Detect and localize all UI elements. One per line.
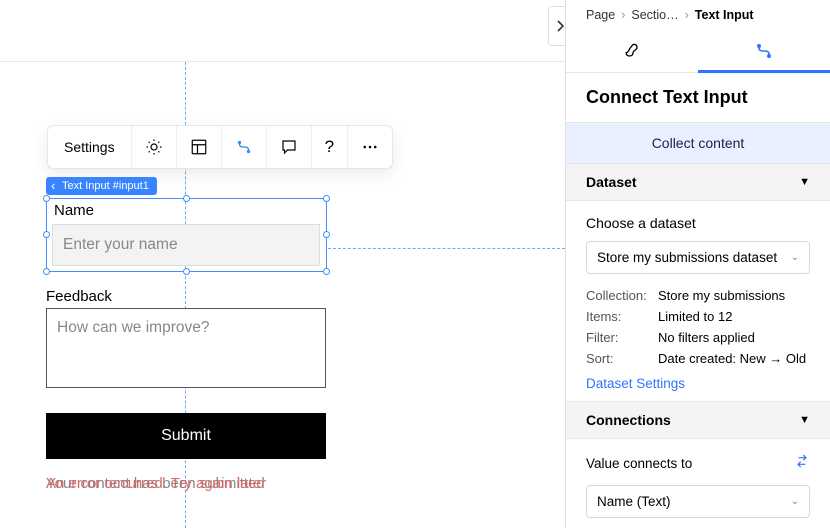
comment-button[interactable] [267,126,312,168]
layout-icon [190,138,208,156]
resize-handle[interactable] [43,195,50,202]
submit-button[interactable]: Submit [46,413,326,459]
chevron-down-icon: ⌄ [791,496,799,507]
dataset-header-label: Dataset [586,174,637,190]
resize-handle[interactable] [323,231,330,238]
connect-icon [754,41,774,61]
error-message: An error occurred. Try again later [46,475,266,492]
chevron-right-icon [557,20,565,32]
crumb-page[interactable]: Page [586,8,615,22]
chevron-right-icon: › [621,8,625,22]
breadcrumb[interactable]: Page › Sectio… › Text Input [566,0,830,31]
meta-key: Items: [586,309,658,324]
meta-value: No filters applied [658,330,810,345]
meta-key: Sort: [586,351,658,366]
swap-button[interactable] [794,453,810,473]
crumb-section[interactable]: Sectio… [631,8,678,22]
tab-design[interactable] [566,31,698,72]
dataset-dropdown-value: Store my submissions dataset [597,250,777,265]
name-label: Name [54,202,94,219]
meta-key: Collection: [586,288,658,303]
editor-canvas: Settings ? Text Input #input1 Name En [0,0,565,528]
chevron-right-icon: › [685,8,689,22]
connection-guide-line [328,248,565,249]
swap-icon [794,453,810,469]
collect-content-button[interactable]: Collect content [566,122,830,164]
gear-button[interactable] [132,126,177,168]
element-badge[interactable]: Text Input #input1 [46,177,157,195]
resize-handle[interactable] [183,268,190,275]
canvas-top-bar [0,0,565,62]
dataset-section-body: Choose a dataset Store my submissions da… [566,201,830,402]
value-field-dropdown[interactable]: Name (Text) ⌄ [586,485,810,518]
resize-handle[interactable] [183,195,190,202]
crumb-current: Text Input [695,8,754,22]
help-button[interactable]: ? [312,126,348,168]
connect-button[interactable] [222,126,267,168]
panel-title: Connect Text Input [566,73,830,122]
meta-value: Store my submissions [658,288,810,303]
connections-section-body: Value connects to Name (Text) ⌄ [566,439,830,528]
resize-handle[interactable] [323,268,330,275]
dataset-meta: Collection: Store my submissions Items: … [586,288,810,366]
dataset-section-header[interactable]: Dataset ▼ [566,164,830,201]
resize-handle[interactable] [323,195,330,202]
brush-icon [622,41,642,61]
chevron-down-icon: ⌄ [791,252,799,263]
connect-icon [235,138,253,156]
question-icon: ? [325,137,334,157]
value-field-value: Name (Text) [597,494,671,509]
status-messages: Your content has been submitted An error… [46,475,326,495]
dataset-settings-link[interactable]: Dataset Settings [586,376,685,391]
meta-value: Date created: New → Old [658,351,810,366]
dataset-dropdown[interactable]: Store my submissions dataset ⌄ [586,241,810,274]
more-button[interactable] [348,126,392,168]
resize-handle[interactable] [43,268,50,275]
caret-down-icon: ▼ [799,414,810,426]
more-icon [361,138,379,156]
connections-section-header[interactable]: Connections ▼ [566,402,830,439]
value-connects-label: Value connects to [586,456,692,471]
choose-dataset-label: Choose a dataset [586,215,810,231]
feedback-label: Feedback [46,288,112,305]
meta-value: Limited to 12 [658,309,810,324]
resize-handle[interactable] [43,231,50,238]
inspector-panel: Page › Sectio… › Text Input Connect Text… [565,0,830,528]
layout-button[interactable] [177,126,222,168]
connections-header-label: Connections [586,412,671,428]
caret-down-icon: ▼ [799,176,810,188]
element-toolbar: Settings ? [47,125,393,169]
settings-button[interactable]: Settings [48,126,132,168]
tab-connect[interactable] [698,31,830,72]
comment-icon [280,138,298,156]
meta-key: Filter: [586,330,658,345]
feedback-textarea[interactable]: How can we improve? [46,308,326,388]
gear-icon [145,138,163,156]
panel-tabs [566,31,830,73]
